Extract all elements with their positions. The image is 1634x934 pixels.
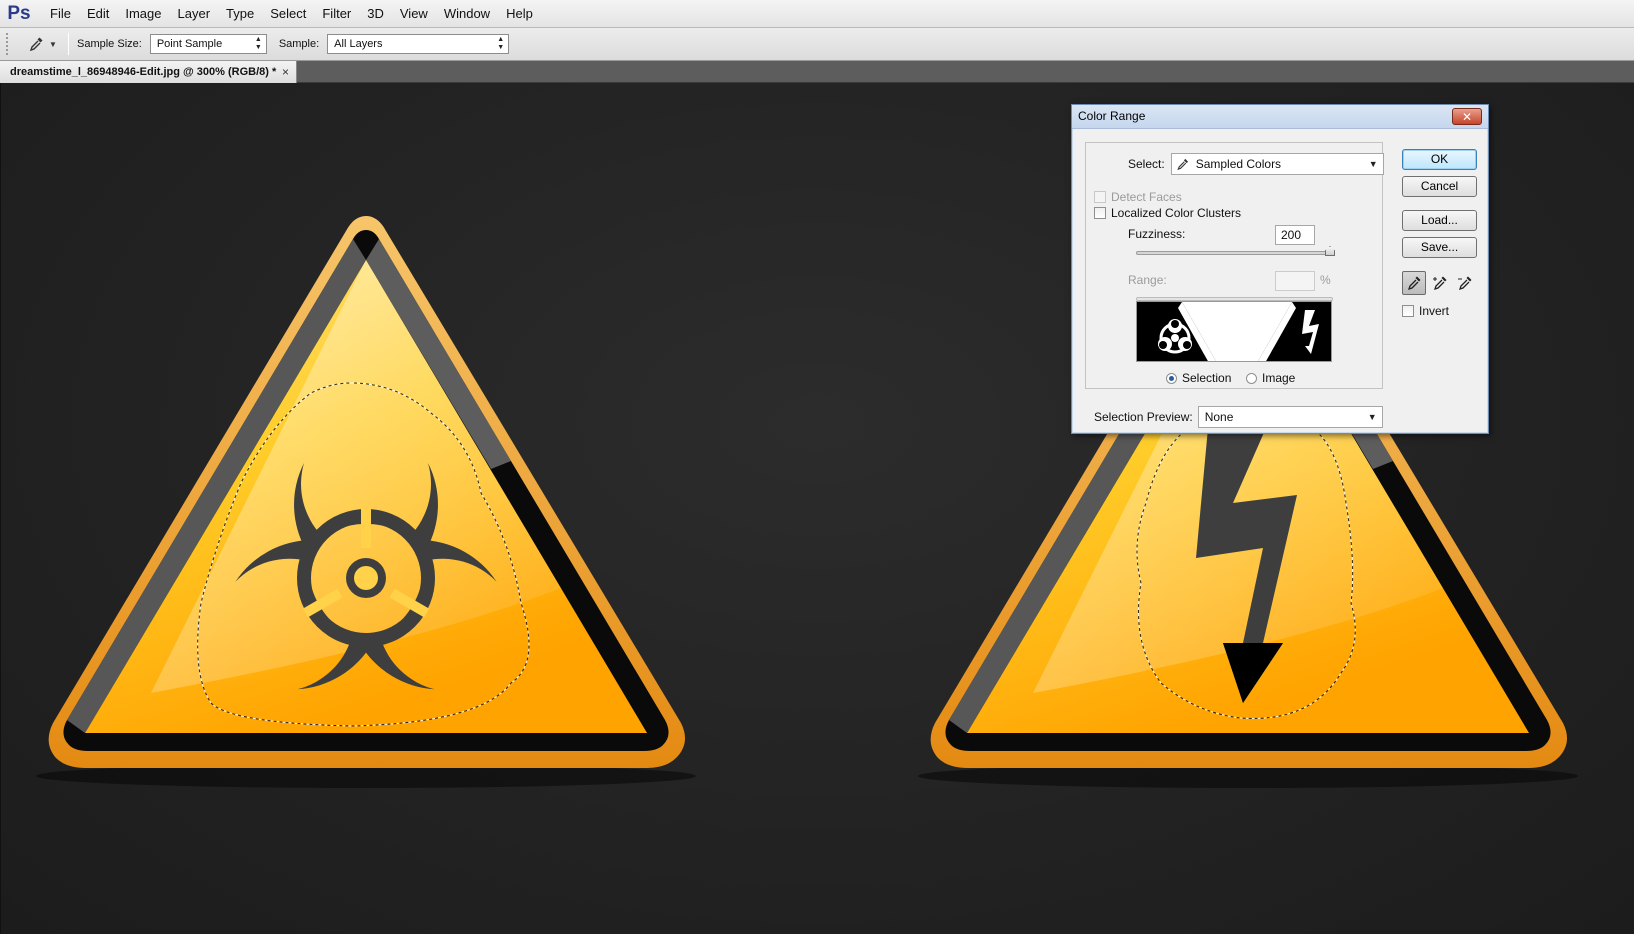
menu-view[interactable]: View (392, 0, 436, 28)
selection-preview-row: Selection Preview: None ▼ (1094, 406, 1383, 428)
ok-button[interactable]: OK (1402, 149, 1477, 170)
fuzziness-slider-thumb[interactable] (1325, 246, 1335, 256)
menu-edit[interactable]: Edit (79, 0, 117, 28)
localized-clusters-label: Localized Color Clusters (1111, 206, 1242, 220)
chevron-down-icon: ▼ (1367, 412, 1377, 422)
menu-type[interactable]: Type (218, 0, 262, 28)
select-value: Sampled Colors (1195, 157, 1282, 171)
radio-selection-button[interactable] (1166, 372, 1177, 384)
menu-file[interactable]: File (42, 0, 79, 28)
document-tab[interactable]: dreamstime_l_86948946-Edit.jpg @ 300% (R… (0, 61, 297, 83)
sample-size-label: Sample Size: (77, 38, 142, 50)
save-button[interactable]: Save... (1402, 237, 1477, 258)
photoshop-logo[interactable]: Ps (2, 0, 36, 28)
localized-clusters-checkbox[interactable]: Localized Color Clusters (1094, 206, 1241, 220)
menu-select[interactable]: Select (262, 0, 314, 28)
dialog-titlebar[interactable]: Color Range ✕ (1072, 105, 1488, 129)
menu-bar: Ps File Edit Image Layer Type Select Fil… (0, 0, 1634, 28)
biohazard-warning-sign (36, 216, 696, 788)
eyedropper-icon (29, 37, 43, 52)
sample-label: Sample: (278, 38, 320, 50)
updown-arrows-icon: ▲ ▼ (497, 36, 505, 51)
eyedropper-minus-icon (1458, 276, 1472, 291)
menu-image[interactable]: Image (117, 0, 169, 28)
selection-preview-label: Selection Preview: (1094, 410, 1193, 424)
select-label: Select: (1128, 157, 1165, 171)
dialog-title: Color Range (1078, 109, 1146, 123)
radio-selection-label: Selection (1182, 371, 1232, 385)
eyedropper-plus-icon (1433, 276, 1447, 291)
selection-preview-value: None (1204, 410, 1234, 424)
radio-image[interactable]: Image (1246, 371, 1295, 385)
close-icon[interactable]: × (282, 61, 289, 83)
sample-select[interactable]: All Layers ▲ ▼ (327, 34, 510, 54)
detect-faces-check[interactable] (1094, 191, 1106, 203)
select-dropdown[interactable]: Sampled Colors ▼ (1170, 153, 1384, 177)
invert-checkbox[interactable]: Invert (1402, 304, 1449, 318)
radio-selection[interactable]: Selection (1166, 371, 1231, 385)
menu-layer[interactable]: Layer (170, 0, 219, 28)
eyedropper-icon (1407, 276, 1421, 291)
options-separator (68, 33, 69, 55)
preview-image (1137, 302, 1331, 361)
selection-group: Select: Sampled Colors ▼ Detect Faces Lo… (1085, 142, 1384, 389)
dialog-body: Select: Sampled Colors ▼ Detect Faces Lo… (1072, 129, 1488, 433)
localized-clusters-check[interactable] (1094, 207, 1106, 219)
document-tab-title: dreamstime_l_86948946-Edit.jpg @ 300% (R… (10, 66, 277, 78)
select-row: Select: Sampled Colors ▼ (1128, 153, 1384, 175)
chevron-down-icon: ▼ (49, 39, 57, 49)
menu-filter[interactable]: Filter (314, 0, 359, 28)
eyedropper-icon (1176, 157, 1189, 177)
selection-preview-dropdown[interactable]: None ▼ (1197, 406, 1383, 428)
invert-label: Invert (1419, 304, 1450, 318)
subtract-from-sample-button[interactable] (1453, 271, 1477, 295)
menu-3d[interactable]: 3D (359, 0, 392, 28)
detect-faces-checkbox[interactable]: Detect Faces (1094, 190, 1182, 204)
menu-help[interactable]: Help (498, 0, 541, 28)
updown-arrows-icon: ▲ ▼ (254, 36, 262, 51)
fuzziness-slider-track[interactable] (1136, 251, 1333, 255)
fuzziness-label: Fuzziness: (1128, 227, 1186, 241)
sample-size-value: Point Sample (156, 38, 223, 50)
tool-preset-picker[interactable]: ▼ (22, 31, 62, 57)
menu-window[interactable]: Window (436, 0, 498, 28)
chevron-down-icon: ▼ (1368, 159, 1378, 169)
range-input[interactable] (1275, 271, 1315, 291)
options-bar: ▼ Sample Size: Point Sample ▲ ▼ Sample: A… (0, 28, 1634, 61)
range-unit: % (1320, 273, 1331, 287)
color-range-dialog: Color Range ✕ Select: Sampled Colors ▼ D… (1071, 104, 1489, 434)
fuzziness-input[interactable]: 200 (1275, 225, 1315, 245)
sample-size-select[interactable]: Point Sample ▲ ▼ (149, 34, 267, 54)
radio-image-label: Image (1262, 371, 1296, 385)
cancel-button[interactable]: Cancel (1402, 176, 1477, 197)
detect-faces-label: Detect Faces (1111, 190, 1182, 204)
range-label: Range: (1128, 273, 1167, 287)
options-bar-grip[interactable] (6, 33, 12, 55)
close-button[interactable]: ✕ (1452, 108, 1482, 125)
selection-preview-thumbnail (1136, 301, 1332, 362)
eyedropper-tool-button[interactable] (1402, 271, 1426, 295)
add-to-sample-button[interactable] (1428, 271, 1452, 295)
sample-value: All Layers (334, 38, 383, 50)
radio-image-button[interactable] (1246, 372, 1257, 384)
load-button[interactable]: Load... (1402, 210, 1477, 231)
invert-check[interactable] (1402, 305, 1414, 317)
document-tab-bar: dreamstime_l_86948946-Edit.jpg @ 300% (R… (0, 61, 1634, 83)
close-icon: ✕ (1461, 109, 1473, 124)
